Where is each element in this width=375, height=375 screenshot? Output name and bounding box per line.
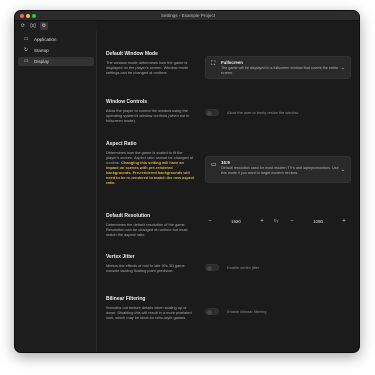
window-controls-toggle[interactable] bbox=[205, 109, 219, 116]
settings-window: Settings - Example Project ⟳ {x} ⚙ ▭ App… bbox=[14, 10, 360, 353]
bilinear-title: Bilinear Filtering bbox=[106, 296, 146, 302]
bilinear-desc: Smooths out texture details when scaling… bbox=[106, 305, 192, 320]
width-increment-button[interactable]: + bbox=[257, 218, 267, 224]
chevron-down-icon: ⌄ bbox=[340, 167, 345, 173]
window-mode-setting: Default Window Mode The window mode dete… bbox=[106, 51, 196, 75]
window-mode-option-title: Fullscreen bbox=[221, 60, 243, 65]
height-increment-button[interactable]: + bbox=[339, 218, 349, 224]
vertex-jitter-setting: Vertex Jitter Mimics the effects of mid … bbox=[106, 254, 196, 273]
resolution-setting: Default Resolution Determines the defaul… bbox=[106, 213, 196, 237]
vertex-jitter-desc: Mimics the effects of mid to late 90s 3D… bbox=[106, 263, 185, 273]
fullscreen-icon: ⛶ bbox=[211, 61, 216, 67]
window-mode-option-desc: The game will be displayed in a fullscre… bbox=[221, 66, 339, 75]
aspect-ratio-option-desc: Default resolution used for most modern … bbox=[221, 166, 339, 175]
settings-content: Default Window Mode The window mode dete… bbox=[98, 31, 359, 352]
window-controls-toggle-row: Allow the user to freely resize the wind… bbox=[205, 109, 298, 116]
aspect-ratio-desc-wrap: Determines how the game is scaled to fit… bbox=[106, 150, 196, 185]
toggle-knob bbox=[207, 309, 212, 315]
window-mode-title: Default Window Mode bbox=[106, 51, 158, 57]
refresh-icon[interactable]: ⟳ bbox=[19, 22, 27, 30]
window-controls-title: Window Controls bbox=[106, 99, 148, 105]
window-title: Settings - Example Project bbox=[160, 13, 216, 18]
window-mode-desc: The window mode determines how the game … bbox=[106, 60, 189, 75]
resolution-separator: by bbox=[274, 218, 279, 223]
height-decrement-button[interactable]: − bbox=[287, 218, 297, 224]
bilinear-toggle-label: Enable bilinear filtering bbox=[227, 309, 267, 314]
sidebar-item-startup[interactable]: ↻ Startup bbox=[18, 46, 94, 55]
bilinear-toggle-row: Enable bilinear filtering bbox=[205, 308, 266, 315]
window-mode-select[interactable]: ⛶ Fullscreen The game will be displayed … bbox=[205, 56, 351, 79]
width-stepper: − 1920 + bbox=[205, 216, 267, 226]
vertex-jitter-toggle[interactable] bbox=[205, 264, 219, 271]
toolbar: ⟳ {x} ⚙ bbox=[15, 21, 97, 31]
toggle-knob bbox=[207, 265, 212, 271]
bilinear-setting: Bilinear Filtering Smooths out texture d… bbox=[106, 296, 196, 320]
vertex-jitter-title: Vertex Jitter bbox=[106, 254, 135, 260]
brackets-icon[interactable]: {x} bbox=[29, 22, 37, 30]
window-controls-setting: Window Controls Allow the player to cont… bbox=[106, 99, 196, 123]
sidebar-item-display[interactable]: ▭ Display bbox=[18, 57, 94, 66]
chevron-down-icon: ⌄ bbox=[340, 65, 345, 71]
aspect-ratio-option-title: 16:9 bbox=[221, 160, 230, 165]
window-icon: ▭ bbox=[23, 37, 29, 42]
monitor-icon: ▭ bbox=[23, 59, 29, 64]
startup-icon: ↻ bbox=[23, 48, 29, 53]
window-controls-desc: Allow the player to control the window u… bbox=[106, 108, 190, 123]
bilinear-toggle[interactable] bbox=[205, 308, 219, 315]
sidebar: ▭ Application ↻ Startup ▭ Display bbox=[15, 31, 97, 352]
sidebar-item-label: Application bbox=[34, 37, 57, 42]
height-input[interactable]: 1080 bbox=[297, 219, 339, 224]
title-bar: Settings - Example Project bbox=[15, 11, 359, 21]
vertex-jitter-toggle-row: Enable vertex jitter bbox=[205, 264, 259, 271]
aspect-ratio-select[interactable]: ▭ 16:9 Default resolution used for most … bbox=[205, 156, 351, 183]
aspect-ratio-setting: Aspect Ratio Determines how the game is … bbox=[106, 141, 196, 185]
sidebar-item-application[interactable]: ▭ Application bbox=[18, 35, 94, 44]
vertex-jitter-toggle-label: Enable vertex jitter bbox=[227, 265, 260, 270]
resolution-title: Default Resolution bbox=[106, 213, 151, 219]
sidebar-item-label: Startup bbox=[34, 48, 49, 53]
width-input[interactable]: 1920 bbox=[215, 219, 257, 224]
toggle-knob bbox=[207, 110, 212, 116]
settings-icon[interactable]: ⚙ bbox=[40, 22, 48, 30]
aspect-ratio-warning: Changing this setting will have an impac… bbox=[106, 160, 195, 185]
width-decrement-button[interactable]: − bbox=[205, 218, 215, 224]
resolution-desc: Determines the default resolution of the… bbox=[106, 222, 188, 237]
resolution-inputs: − 1920 + by − 1080 + bbox=[205, 216, 351, 226]
widescreen-icon: ▭ bbox=[211, 162, 217, 168]
window-controls-toggle-label: Allow the user to freely resize the wind… bbox=[227, 110, 299, 115]
sidebar-item-label: Display bbox=[34, 59, 50, 64]
height-stepper: − 1080 + bbox=[287, 216, 349, 226]
aspect-ratio-title: Aspect Ratio bbox=[106, 141, 137, 147]
